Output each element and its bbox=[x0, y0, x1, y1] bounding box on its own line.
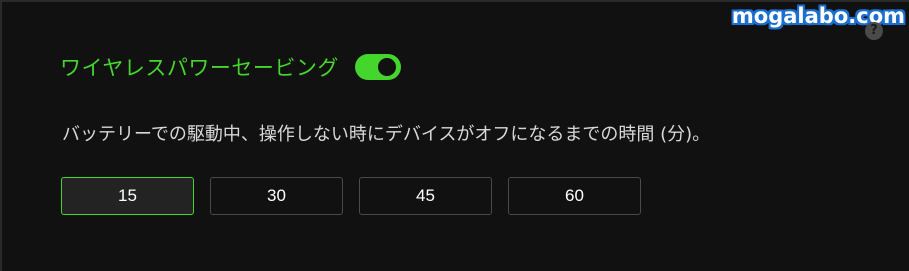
setting-description: バッテリーでの駆動中、操作しない時にデバイスがオフになるまでの時間 (分)。 bbox=[62, 124, 711, 145]
option-45-button[interactable]: 45 bbox=[359, 177, 492, 215]
setting-header: ワイヤレスパワーセービング bbox=[60, 52, 401, 82]
setting-title: ワイヤレスパワーセービング bbox=[60, 56, 339, 80]
help-icon[interactable]: ? bbox=[865, 22, 883, 40]
timeout-options: 15 30 45 60 bbox=[61, 177, 641, 215]
option-15-button[interactable]: 15 bbox=[61, 177, 194, 215]
option-30-button[interactable]: 30 bbox=[210, 177, 343, 215]
power-saving-toggle[interactable] bbox=[354, 54, 401, 80]
wireless-power-saving-panel: mogalabo.com ? ワイヤレスパワーセービング バッテリーでの駆動中、… bbox=[0, 0, 909, 271]
option-60-button[interactable]: 60 bbox=[508, 177, 641, 215]
toggle-knob bbox=[377, 58, 396, 76]
